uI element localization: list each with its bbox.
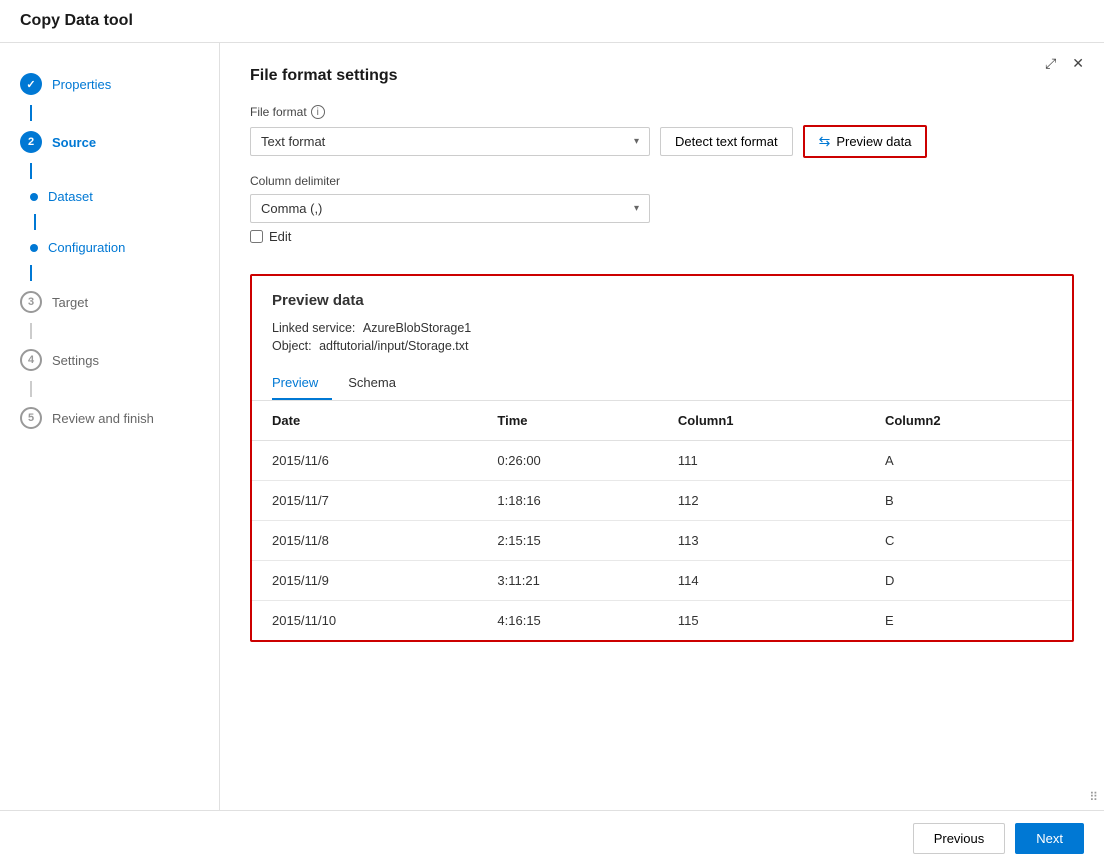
column-delimiter-label: Column delimiter <box>250 174 1074 188</box>
file-format-group: File format i Text format ▾ Detect text … <box>250 105 1074 158</box>
preview-data-panel: Preview data Linked service: AzureBlobSt… <box>250 274 1074 642</box>
cell-r1-c2: 112 <box>658 481 865 521</box>
step-circle-target: 3 <box>20 291 42 313</box>
col-header-column1: Column1 <box>658 401 865 441</box>
sidebar-label-configuration: Configuration <box>48 240 125 255</box>
sidebar-label-target: Target <box>52 295 88 310</box>
col-header-time: Time <box>477 401 658 441</box>
connector-source-target <box>30 265 32 281</box>
sidebar: ✓ Properties 2 Source Dataset Configurat… <box>0 43 220 810</box>
sidebar-item-source[interactable]: 2 Source <box>0 121 219 163</box>
sidebar-label-settings: Settings <box>52 353 99 368</box>
object-value: adftutorial/input/Storage.txt <box>319 339 468 353</box>
resize-handle-icon: ⠿ <box>1089 790 1098 804</box>
sidebar-item-target[interactable]: 3 Target <box>0 281 219 323</box>
table-row: 2015/11/82:15:15113C <box>252 521 1072 561</box>
cell-r0-c1: 0:26:00 <box>477 441 658 481</box>
cell-r4-c2: 115 <box>658 601 865 641</box>
connector-properties-source <box>30 105 32 121</box>
linked-service-row: Linked service: AzureBlobStorage1 <box>272 321 1052 335</box>
cell-r2-c3: C <box>865 521 1072 561</box>
cell-r3-c3: D <box>865 561 1072 601</box>
object-row: Object: adftutorial/input/Storage.txt <box>272 339 1052 353</box>
sidebar-item-review[interactable]: 5 Review and finish <box>0 397 219 439</box>
preview-data-header: Preview data Linked service: AzureBlobSt… <box>252 276 1072 353</box>
dot-dataset <box>30 193 38 201</box>
panel-controls: ⤢ ✕ <box>1041 53 1088 74</box>
cell-r2-c1: 2:15:15 <box>477 521 658 561</box>
table-row: 2015/11/93:11:21114D <box>252 561 1072 601</box>
step-circle-source: 2 <box>20 131 42 153</box>
preview-data-title: Preview data <box>272 292 1052 309</box>
tab-schema[interactable]: Schema <box>348 367 410 400</box>
table-row: 2015/11/104:16:15115E <box>252 601 1072 641</box>
step-circle-settings: 4 <box>20 349 42 371</box>
main-area: File format settings File format i Text … <box>220 43 1104 810</box>
step-circle-properties: ✓ <box>20 73 42 95</box>
cell-r1-c3: B <box>865 481 1072 521</box>
sidebar-item-properties[interactable]: ✓ Properties <box>0 63 219 105</box>
col-header-date: Date <box>252 401 477 441</box>
table-row: 2015/11/60:26:00111A <box>252 441 1072 481</box>
preview-table: Date Time Column1 Column2 2015/11/60:26:… <box>252 401 1072 640</box>
col-header-column2: Column2 <box>865 401 1072 441</box>
cell-r0-c2: 111 <box>658 441 865 481</box>
column-delimiter-chevron-icon: ▾ <box>634 203 639 214</box>
preview-tabs: Preview Schema <box>252 367 1072 401</box>
sidebar-item-configuration[interactable]: Configuration <box>0 230 219 265</box>
connector-settings-review <box>30 381 32 397</box>
edit-checkbox[interactable] <box>250 230 263 243</box>
cell-r2-c0: 2015/11/8 <box>252 521 477 561</box>
file-format-select[interactable]: Text format ▾ <box>250 127 650 156</box>
linked-service-label: Linked service: <box>272 321 355 335</box>
connector-source-dataset <box>30 163 32 179</box>
cell-r0-c0: 2015/11/6 <box>252 441 477 481</box>
object-label: Object: <box>272 339 312 353</box>
cell-r0-c3: A <box>865 441 1072 481</box>
close-button[interactable]: ✕ <box>1068 53 1088 74</box>
cell-r3-c2: 114 <box>658 561 865 601</box>
cell-r2-c2: 113 <box>658 521 865 561</box>
sidebar-label-source: Source <box>52 135 96 150</box>
column-delimiter-select[interactable]: Comma (,) ▾ <box>250 194 650 223</box>
next-button[interactable]: Next <box>1015 823 1084 854</box>
connector-target-settings <box>30 323 32 339</box>
sidebar-label-properties: Properties <box>52 77 111 92</box>
file-format-row: Text format ▾ Detect text format ⇆ Previ… <box>250 125 1074 158</box>
table-row: 2015/11/71:18:16112B <box>252 481 1072 521</box>
sidebar-label-dataset: Dataset <box>48 189 93 204</box>
edit-checkbox-row: Edit <box>250 229 1074 244</box>
bottom-bar: Previous Next <box>0 810 1104 866</box>
cell-r4-c3: E <box>865 601 1072 641</box>
section-title: File format settings <box>250 67 1074 85</box>
preview-data-icon: ⇆ <box>819 133 831 150</box>
tab-preview[interactable]: Preview <box>272 367 332 400</box>
cell-r1-c0: 2015/11/7 <box>252 481 477 521</box>
table-header-row: Date Time Column1 Column2 <box>252 401 1072 441</box>
dot-configuration <box>30 244 38 252</box>
main-content: ✓ Properties 2 Source Dataset Configurat… <box>0 43 1104 810</box>
app-title: Copy Data tool <box>20 12 133 29</box>
file-format-chevron-icon: ▾ <box>634 136 639 147</box>
linked-service-value: AzureBlobStorage1 <box>363 321 471 335</box>
sidebar-label-review: Review and finish <box>52 411 154 426</box>
file-format-label: File format i <box>250 105 1074 119</box>
cell-r3-c0: 2015/11/9 <box>252 561 477 601</box>
preview-data-button[interactable]: ⇆ Preview data <box>803 125 928 158</box>
detect-text-format-button[interactable]: Detect text format <box>660 127 793 156</box>
sidebar-item-dataset[interactable]: Dataset <box>0 179 219 214</box>
column-delimiter-group: Column delimiter Comma (,) ▾ Edit <box>250 174 1074 244</box>
cell-r1-c1: 1:18:16 <box>477 481 658 521</box>
edit-checkbox-label: Edit <box>269 229 291 244</box>
previous-button[interactable]: Previous <box>913 823 1006 854</box>
file-format-info-icon[interactable]: i <box>311 105 325 119</box>
sidebar-item-settings[interactable]: 4 Settings <box>0 339 219 381</box>
step-circle-review: 5 <box>20 407 42 429</box>
cell-r4-c0: 2015/11/10 <box>252 601 477 641</box>
cell-r4-c1: 4:16:15 <box>477 601 658 641</box>
app-header: Copy Data tool <box>0 0 1104 43</box>
connector-dataset-config <box>34 214 36 230</box>
cell-r3-c1: 3:11:21 <box>477 561 658 601</box>
expand-button[interactable]: ⤢ <box>1041 53 1060 74</box>
